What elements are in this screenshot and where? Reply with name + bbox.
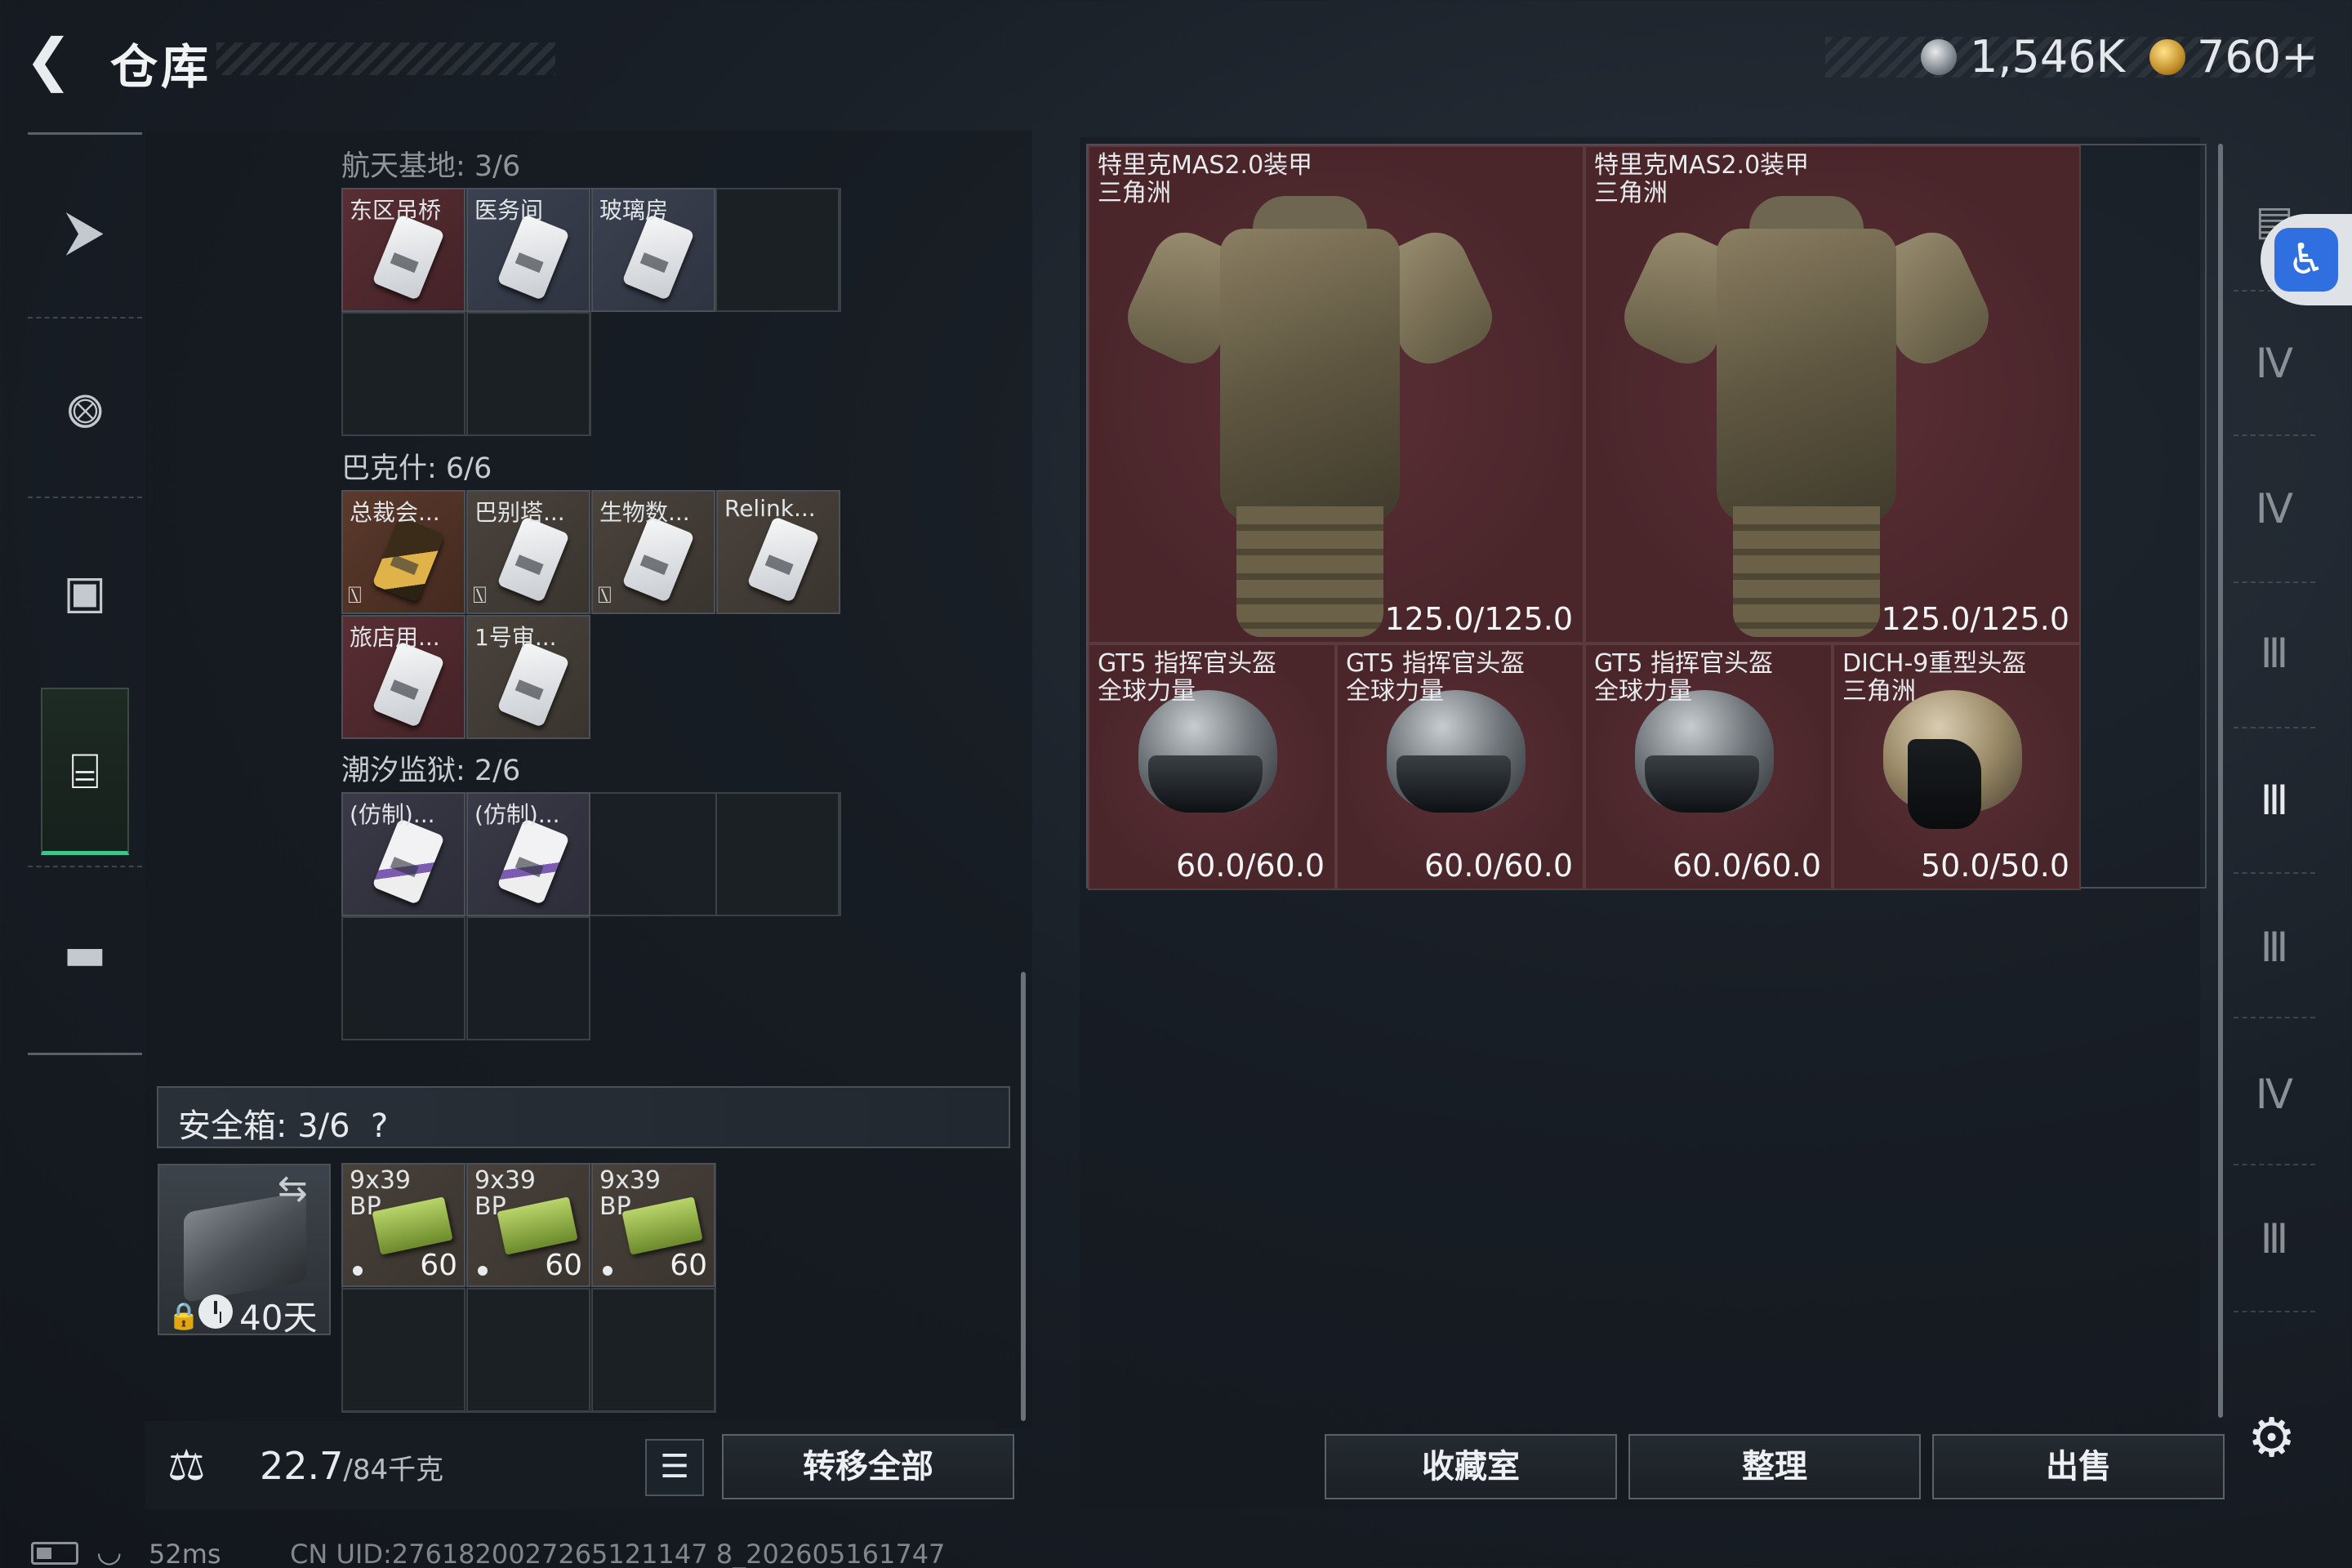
section-title-tidal-prison: 潮汐监狱: 2/6 — [341, 755, 521, 787]
title-decoration — [216, 42, 555, 75]
battery-icon — [31, 1542, 78, 1565]
helmet-item[interactable]: GT5 指挥官头盔 全球力量 60.0/60.0 — [1088, 644, 1336, 890]
silver-coin-icon — [1921, 39, 1957, 75]
accessibility-icon[interactable]: ♿ — [2274, 228, 2338, 292]
gold-coin-icon — [2149, 39, 2185, 75]
sell-button[interactable]: 出售 — [1932, 1434, 2225, 1499]
briefcase-icon[interactable]: ▬ — [28, 872, 142, 1036]
keycard-item[interactable]: 巴别塔... ⍂ — [466, 490, 590, 614]
currency-gold-value[interactable]: 760+ — [2197, 31, 2318, 82]
tier-iii-storage-icon-3[interactable]: Ⅲ — [2230, 1194, 2319, 1284]
keycard-item[interactable]: (仿制)... — [466, 792, 590, 916]
back-arrow-icon[interactable]: ❮ — [24, 31, 82, 88]
keycard-item[interactable]: 总裁会... ⍂ — [341, 490, 466, 614]
scrollbar[interactable] — [1021, 972, 1026, 1421]
keycard-item[interactable]: 旅店用... — [341, 615, 466, 739]
tier-iii-storage-icon-2[interactable]: Ⅲ — [2230, 902, 2319, 992]
helmet-item[interactable]: DICH-9重型头盔 三角洲 50.0/50.0 — [1833, 644, 2081, 890]
section-title-bakhsh: 巴克什: 6/6 — [341, 452, 492, 485]
ping-value: 52ms — [149, 1539, 221, 1568]
organize-button[interactable]: 整理 — [1628, 1434, 1921, 1499]
keycard-item[interactable]: 玻璃房 — [591, 188, 715, 312]
tier-iv-storage-icon[interactable]: Ⅳ — [2230, 464, 2319, 554]
storage-icon[interactable]: ⌸ — [28, 690, 142, 853]
no-drop-icon: ⍂ — [348, 581, 362, 608]
pistol-icon[interactable]: ⮞ — [28, 149, 142, 313]
no-drop-icon: ⍂ — [598, 581, 612, 608]
tier-iii-armor-storage-icon[interactable]: Ⅲ — [2230, 755, 2319, 845]
keycard-item[interactable]: 东区吊桥 — [341, 188, 466, 312]
safebox-title: 安全箱: 3/6 ? — [178, 1107, 389, 1145]
helmet-item[interactable]: GT5 指挥官头盔 全球力量 60.0/60.0 — [1336, 644, 1584, 890]
keycard-item[interactable]: 生物数... ⍂ — [591, 490, 715, 614]
armor-item[interactable]: 特里克MAS2.0装甲 三角洲 125.0/125.0 — [1088, 145, 1584, 644]
currency-silver-value[interactable]: 1,546K — [1970, 31, 2125, 82]
wifi-icon: ◡ — [96, 1535, 122, 1568]
keycard-item[interactable]: Relink... — [716, 490, 840, 614]
armor-item[interactable]: 特里克MAS2.0装甲 三角洲 125.0/125.0 — [1584, 145, 2081, 644]
page-title: 仓库 — [110, 39, 212, 95]
lock-icon: 🔒 — [167, 1300, 200, 1331]
swap-icon[interactable]: ⇆ — [278, 1168, 308, 1209]
tier-iv-medical-storage-icon[interactable]: Ⅳ — [2230, 1049, 2319, 1139]
transfer-all-button[interactable]: 转移全部 — [722, 1434, 1014, 1499]
weight-value: 22.7/84千克 — [260, 1444, 444, 1488]
section-title-aerospace: 航天基地: 3/6 — [341, 150, 521, 183]
weight-icon: ⚖ — [167, 1441, 206, 1490]
no-drop-icon: ⍂ — [473, 581, 487, 608]
safebox-days: 40天 — [239, 1298, 318, 1338]
settings-gear-icon[interactable]: ⚙ — [2247, 1406, 2296, 1469]
tier-iii-storage-icon[interactable]: Ⅲ — [2230, 608, 2319, 698]
helmet-item[interactable]: GT5 指挥官头盔 全球力量 60.0/60.0 — [1584, 644, 1833, 890]
list-icon[interactable]: ☰ — [645, 1439, 704, 1496]
clock-icon — [198, 1294, 233, 1329]
ammo-item[interactable]: 9x39 BP 60 — [341, 1163, 466, 1287]
vest-icon[interactable]: ⨷ — [28, 331, 142, 494]
help-icon[interactable]: ? — [371, 1107, 388, 1145]
keycard-item[interactable]: 1号审... — [466, 615, 590, 739]
keycard-item[interactable]: (仿制)... — [341, 792, 466, 916]
ammo-item[interactable]: 9x39 BP 60 — [591, 1163, 715, 1287]
collection-room-button[interactable]: 收藏室 — [1325, 1434, 1617, 1499]
backpack-icon[interactable]: ▣ — [28, 510, 142, 674]
uid-text: CN UID:2761820027265121147 8_20260516174… — [290, 1539, 946, 1568]
right-nav-line — [2218, 144, 2223, 1418]
ammo-item[interactable]: 9x39 BP 60 — [466, 1163, 590, 1287]
keycard-item[interactable]: 医务间 — [466, 188, 590, 312]
tier-v-storage-icon[interactable]: Ⅳ — [2230, 318, 2319, 408]
